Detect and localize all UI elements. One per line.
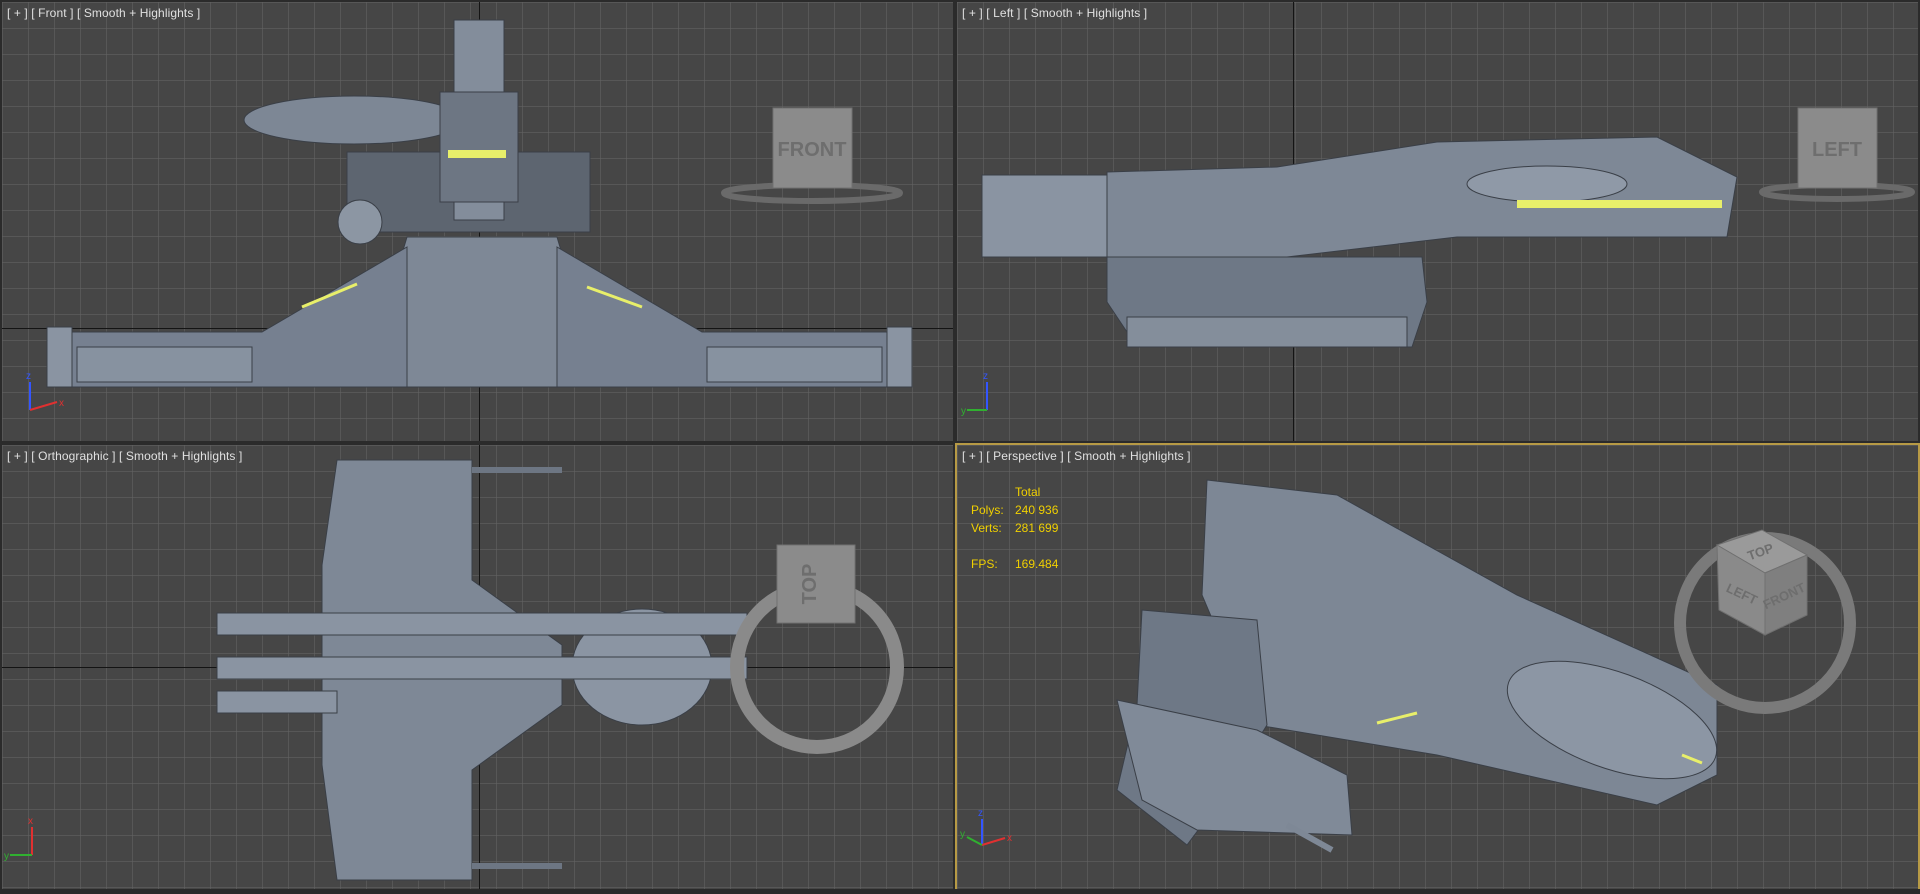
left-glow — [1517, 200, 1722, 208]
svg-text:x: x — [1007, 833, 1012, 844]
svg-text:x: x — [59, 398, 64, 409]
perspective-model: TOP LEFT FRONT z x y — [960, 479, 1856, 853]
top-model: TOP x y — [4, 459, 904, 881]
svg-text:z: z — [983, 371, 988, 382]
svg-text:y: y — [960, 829, 965, 840]
viewport-grid: [ + ] [ Front ] [ Smooth + Highlights ] — [0, 0, 1920, 894]
left-model: LEFT z y — [961, 107, 1915, 417]
view-cube-label: LEFT — [1812, 139, 1862, 161]
svg-text:z: z — [26, 371, 31, 382]
svg-text:z: z — [978, 808, 983, 819]
svg-text:y: y — [4, 851, 9, 862]
front-glow — [448, 150, 506, 158]
svg-text:y: y — [961, 406, 966, 417]
viewport-orthographic[interactable]: [ + ] [ Orthographic ] [ Smooth + Highli… — [0, 443, 955, 894]
viewport-left[interactable]: [ + ] [ Left ] [ Smooth + Highlights ] L… — [955, 0, 1920, 443]
front-model: FRONT z x — [26, 19, 913, 411]
svg-text:x: x — [28, 816, 33, 827]
status-strip — [0, 889, 1920, 894]
view-cube-label: FRONT — [778, 139, 847, 161]
viewport-front[interactable]: [ + ] [ Front ] [ Smooth + Highlights ] — [0, 0, 955, 443]
view-cube-label: TOP — [799, 564, 821, 605]
viewport-perspective[interactable]: [ + ] [ Perspective ] [ Smooth + Highlig… — [955, 443, 1920, 894]
